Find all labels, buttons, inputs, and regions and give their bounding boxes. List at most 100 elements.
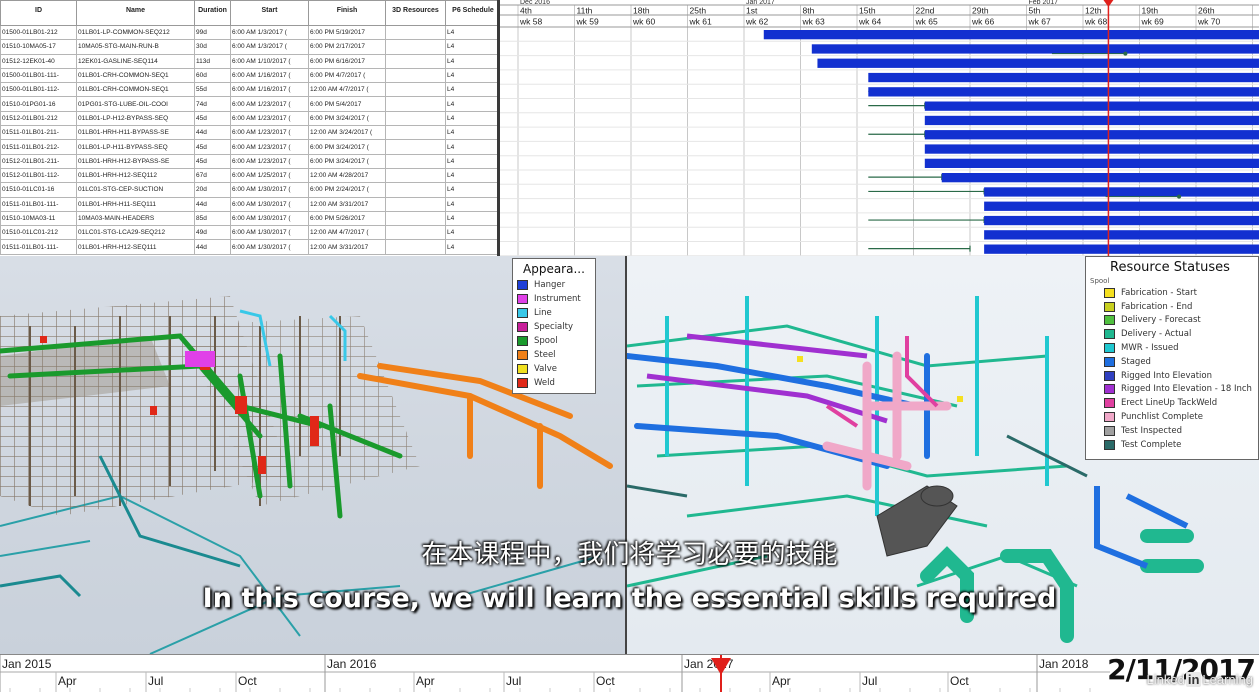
gantt-task-bar xyxy=(924,144,1259,154)
cell-start: 6:00 AM 1/30/2017 ( xyxy=(230,182,309,198)
cell-p6: L4 xyxy=(445,82,497,98)
cell-start: 6:00 AM 1/16/2017 ( xyxy=(230,82,309,98)
gantt-task-bar xyxy=(984,201,1259,211)
cell-id: 01510-10MA05-17 xyxy=(0,39,77,55)
resource-status-legend: Resource Statuses Spool Fabrication - St… xyxy=(1085,256,1259,460)
cell-finish: 12:00 AM 3/24/2017 ( xyxy=(308,125,386,141)
cell-name: 01LB01-CRH-COMMON-SEQ1 xyxy=(76,67,195,84)
table-row[interactable]: 01510-01PG01-16 01PG01-STG-LUBE-OIL-COOI 7… xyxy=(0,96,497,112)
legend-label: Rigged Into Elevation - 18 Inch xyxy=(1121,384,1252,395)
gantt-week-label: wk 64 xyxy=(858,17,881,27)
cell-id: 01511-01LB01-212- xyxy=(0,139,77,155)
cell-name: 01PG01-STG-LUBE-OIL-COOI xyxy=(76,96,195,112)
cell-duration: 45d xyxy=(194,110,231,127)
cell-finish: 12:00 AM 3/31/2017 xyxy=(308,196,386,212)
gantt-task-bar xyxy=(924,158,1259,168)
legend-item: Rigged Into Elevation - 18 Inch xyxy=(1086,383,1258,397)
cell-start: 6:00 AM 1/30/2017 ( xyxy=(230,210,309,227)
gantt-progress-dot xyxy=(1177,194,1182,199)
cell-start: 6:00 AM 1/23/2017 ( xyxy=(230,96,309,112)
cell-name: 01LB01-HRH-H12-SEQ112 xyxy=(76,167,195,184)
table-row[interactable]: 01510-10MA03-11 10MA03-MAIN-HEADERS 85d 6:0… xyxy=(0,210,497,227)
cell-p6: L4 xyxy=(445,182,497,198)
legend-label: Spool xyxy=(534,336,558,346)
cell-p6: L4 xyxy=(445,167,497,184)
table-row[interactable]: 01511-01LB01-211- 01LB01-HRH-H11-BYPASS-S… xyxy=(0,125,497,141)
gantt-day-label: 1st xyxy=(746,6,758,16)
timeline-slider[interactable]: Jan 2015 Jan 2016 Jan 2017 Jan 2018 Apr Jul Oc… xyxy=(0,654,1259,692)
appearance-legend: Appeara... Hanger Instrument Line Specialty… xyxy=(512,258,596,394)
gantt-day-label: 15th xyxy=(859,6,876,16)
column-header-resources[interactable]: 3D Resources xyxy=(385,0,446,26)
cell-resources xyxy=(385,239,446,255)
cell-p6: L4 xyxy=(445,196,497,212)
column-header-name[interactable]: Name xyxy=(76,0,195,26)
legend-item: Rigged Into Elevation xyxy=(1086,369,1258,383)
gantt-task-bar xyxy=(924,130,1259,140)
table-row[interactable]: 01500-01LB01-212 01LB01-LP-COMMON-SEQ212 9… xyxy=(0,24,497,41)
legend-swatch xyxy=(1104,329,1115,340)
gantt-task-bar xyxy=(868,87,1259,97)
table-row[interactable]: 01500-01LB01-112- 01LB01-CRH-COMMON-SEQ1 5… xyxy=(0,82,497,98)
table-row[interactable]: 01511-01LB01-111- 01LB01-HRH-H11-SEQ111 44… xyxy=(0,196,497,212)
legend-swatch xyxy=(517,308,528,318)
appearance-legend-title: Appeara... xyxy=(523,262,585,276)
status-legend-subtitle: Spool xyxy=(1090,277,1110,285)
legend-item: Steel xyxy=(513,348,595,362)
cell-resources xyxy=(385,82,446,98)
gantt-task-bar xyxy=(763,30,1259,40)
table-row[interactable]: 01511-01LB01-212- 01LB01-LP-H11-BYPASS-SE… xyxy=(0,139,497,155)
column-header-p6[interactable]: P6 Schedule xyxy=(445,0,497,26)
cell-id: 01510-01LC01-212 xyxy=(0,225,77,241)
legend-swatch xyxy=(1104,356,1115,367)
table-row[interactable]: 01510-01LC01-212 01LC01-STG-LCA29-SEQ212 4… xyxy=(0,225,497,241)
gantt-day-label: 11th xyxy=(577,6,593,16)
cell-start: 6:00 AM 1/3/2017 ( xyxy=(230,24,309,41)
cell-finish: 12:00 AM 4/7/2017 ( xyxy=(308,82,386,98)
table-row[interactable]: 01512-01LB01-212 01LB01-LP-H12-BYPASS-SEQ… xyxy=(0,110,497,127)
table-row[interactable]: 01512-01LB01-112- 01LB01-HRH-H12-SEQ112 67… xyxy=(0,167,497,184)
cell-p6: L4 xyxy=(445,96,497,112)
cell-id: 01511-01LB01-211- xyxy=(0,125,77,141)
cell-resources xyxy=(385,153,446,169)
table-row[interactable]: 01512-12EK01-40 12EK01-GASLINE-SEQ114 113d… xyxy=(0,53,497,69)
cell-finish: 6:00 PM 5/4/2017 xyxy=(308,96,386,112)
legend-label: Rigged Into Elevation xyxy=(1121,370,1212,381)
column-header-duration[interactable]: Duration xyxy=(194,0,231,26)
legend-label: Steel xyxy=(534,350,556,360)
legend-label: Specialty xyxy=(534,322,573,332)
gantt-chart[interactable]: Dec 2016 Jan 2017 Feb 2017 4th 11th 18th 25th 1… xyxy=(500,0,1259,256)
cell-finish: 12:00 AM 4/28/2017 xyxy=(308,167,386,184)
gantt-task-bar xyxy=(941,173,1259,183)
cell-finish: 6:00 PM 2/17/2017 xyxy=(308,39,386,55)
watermark-logo: in xyxy=(1185,672,1202,687)
table-row[interactable]: 01500-01LB01-111- 01LB01-CRH-COMMON-SEQ1 6… xyxy=(0,67,497,84)
gantt-week-label: wk 59 xyxy=(576,17,599,27)
legend-label: Fabrication - End xyxy=(1121,301,1193,312)
legend-swatch xyxy=(517,336,528,346)
cell-duration: 44d xyxy=(194,196,231,212)
table-row[interactable]: 01512-01LB01-211- 01LB01-HRH-H12-BYPASS-S… xyxy=(0,153,497,169)
table-row[interactable]: 01510-10MA05-17 10MA05-STG-MAIN-RUN-B 30d 6… xyxy=(0,39,497,55)
column-header-id[interactable]: ID xyxy=(0,0,77,26)
table-row[interactable]: 01511-01LB01-111- 01LB01-HRH-H12-SEQ111 44… xyxy=(0,239,497,255)
legend-swatch xyxy=(517,364,528,374)
legend-swatch xyxy=(517,378,528,388)
gantt-day-label: 22nd xyxy=(916,6,935,16)
cell-id: 01500-01LB01-112- xyxy=(0,82,77,98)
cell-duration: 44d xyxy=(194,239,231,255)
column-header-finish[interactable]: Finish xyxy=(308,0,386,26)
table-row[interactable]: 01510-01LC01-16 01LC01-STG-CEP-SUCTION 20d… xyxy=(0,182,497,198)
column-header-start[interactable]: Start xyxy=(230,0,309,26)
legend-swatch xyxy=(1104,425,1115,436)
schedule-header-row: ID Name Duration Start Finish 3D Resources P6 … xyxy=(0,0,497,26)
cell-name: 01LB01-HRH-H12-SEQ111 xyxy=(76,239,195,255)
gantt-task-bar xyxy=(984,244,1259,254)
legend-item: Test Complete xyxy=(1086,438,1258,452)
gantt-task-bar xyxy=(984,230,1259,240)
watermark-suffix: Learning xyxy=(1202,672,1253,687)
cell-name: 01LB01-CRH-COMMON-SEQ1 xyxy=(76,82,195,98)
cell-p6: L4 xyxy=(445,24,497,41)
cell-resources xyxy=(385,210,446,227)
legend-swatch xyxy=(517,294,528,304)
